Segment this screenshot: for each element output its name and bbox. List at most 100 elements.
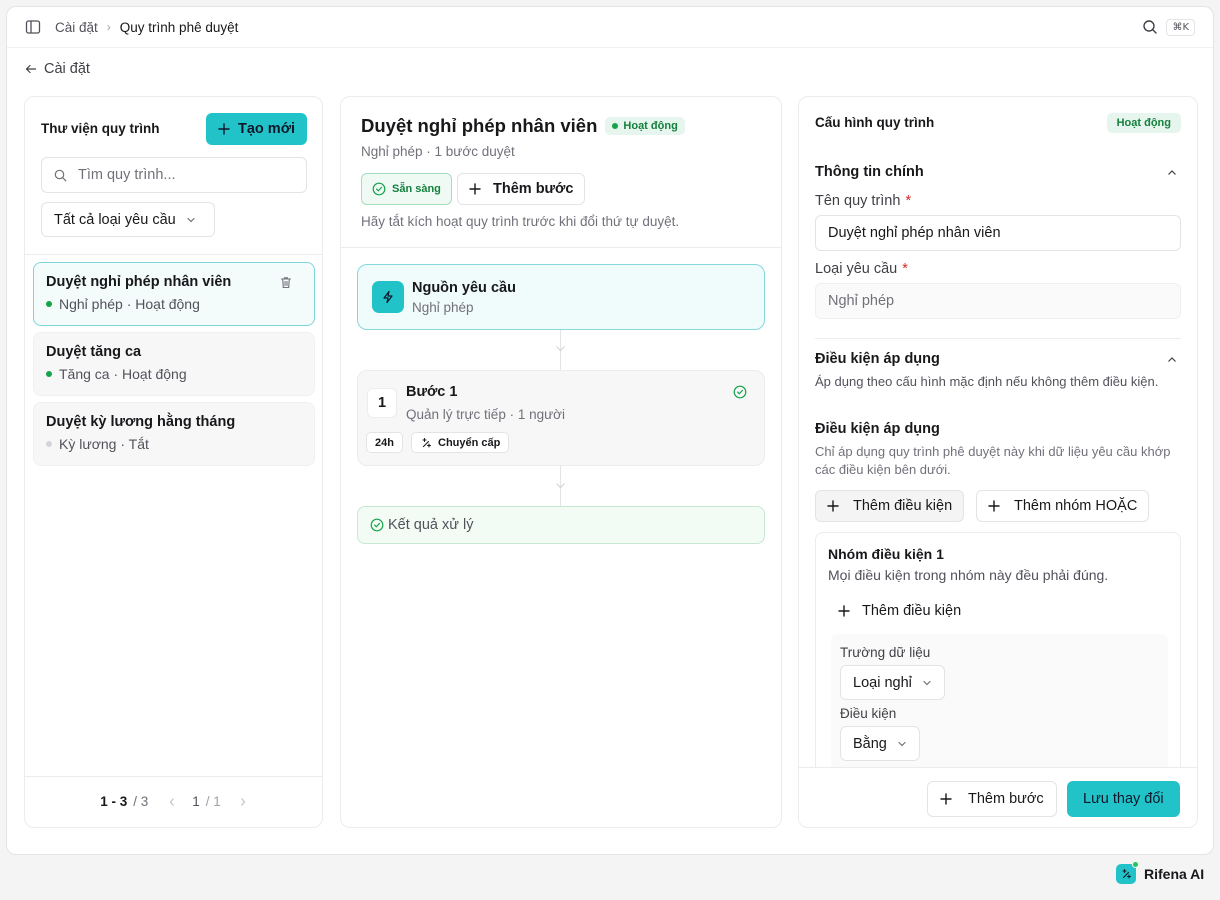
check-circle-icon xyxy=(733,385,747,399)
plus-icon xyxy=(988,500,1000,512)
assistant-logo-icon xyxy=(1116,861,1139,884)
save-button[interactable]: Lưu thay đổi xyxy=(1067,781,1180,817)
source-node[interactable]: Nguồn yêu cầu Nghỉ phép xyxy=(357,264,765,330)
workflow-item-name: Duyệt kỳ lương hằng tháng xyxy=(46,414,236,430)
required-marker: * xyxy=(905,193,912,209)
field-select[interactable]: Loại nghỉ xyxy=(840,665,945,700)
status-badge-label: Hoạt động xyxy=(623,120,678,132)
status-dot-icon xyxy=(46,301,52,307)
workflow-item-meta: Kỳ lương · Tắt xyxy=(59,436,149,452)
workflow-item-meta: Nghỉ phép · Hoạt động xyxy=(59,296,200,312)
workflow-item-name: Duyệt nghỉ phép nhân viên xyxy=(46,274,232,290)
workflow-item-name: Duyệt tăng ca xyxy=(46,344,142,360)
workflow-title: Duyệt nghỉ phép nhân viên xyxy=(361,115,598,136)
add-step-label: Thêm bước xyxy=(493,181,574,197)
field-select-value: Loại nghỉ xyxy=(853,674,912,691)
online-dot-icon xyxy=(1132,861,1139,868)
sparkle-icon xyxy=(420,437,432,449)
chevron-down-icon xyxy=(186,215,196,225)
status-badge: Hoạt động xyxy=(605,117,685,135)
plus-icon xyxy=(218,123,230,135)
ready-label: Sẵn sàng xyxy=(392,183,441,195)
chevron-down-icon xyxy=(555,482,566,490)
plus-icon xyxy=(827,500,839,512)
name-field-label: Tên quy trình * xyxy=(815,193,911,209)
chevron-up-icon[interactable] xyxy=(1167,169,1177,176)
config-footer: Thêm bước Lưu thay đổi xyxy=(799,767,1197,827)
group-add-condition-label: Thêm điều kiện xyxy=(862,603,962,619)
type-field-label: Loại yêu cầu * xyxy=(815,261,908,277)
required-marker: * xyxy=(902,261,908,277)
pagination-page: 1 xyxy=(192,794,200,809)
result-label: Kết quả xử lý xyxy=(388,517,474,533)
create-workflow-button[interactable]: Tạo mới xyxy=(206,113,308,145)
plus-icon xyxy=(469,183,481,195)
pagination: 1 - 3 / 3 1 / 1 xyxy=(25,794,322,809)
trash-icon[interactable] xyxy=(280,276,292,289)
conditions-sub-desc: Chỉ áp dụng quy trình phê duyệt này khi … xyxy=(815,444,1171,477)
check-circle-icon xyxy=(372,182,386,196)
ready-button[interactable]: Sẵn sàng xyxy=(361,173,452,205)
add-condition-button[interactable]: Thêm điều kiện xyxy=(815,490,965,522)
status-dot-icon xyxy=(612,123,619,129)
workflow-list-item[interactable]: Duyệt nghỉ phép nhân viên Nghỉ phép · Ho… xyxy=(33,262,315,326)
check-circle-icon xyxy=(370,518,384,532)
config-title: Cấu hình quy trình xyxy=(815,115,935,130)
search-icon xyxy=(54,169,67,182)
step-subtitle: Quản lý trực tiếp · 1 người xyxy=(406,407,565,422)
footer-add-step-button[interactable]: Thêm bước xyxy=(927,781,1057,817)
add-step-button[interactable]: Thêm bước xyxy=(457,173,586,205)
search-placeholder: Tìm quy trình... xyxy=(78,167,176,183)
add-or-group-button[interactable]: Thêm nhóm HOẶC xyxy=(976,490,1150,522)
library-title: Thư viện quy trình xyxy=(41,121,160,136)
sidebar-toggle-icon[interactable] xyxy=(25,19,41,35)
conditions-subtitle: Điều kiện áp dụng xyxy=(815,421,940,437)
step-number: 1 xyxy=(367,388,397,418)
plus-icon xyxy=(838,605,850,617)
type-field-label-text: Loại yêu cầu xyxy=(815,261,898,277)
pagination-pages: / 1 xyxy=(205,794,221,809)
request-type-filter-value: Tất cả loại yêu cầu xyxy=(54,211,176,228)
assistant-launcher[interactable]: Rifena AI xyxy=(1116,861,1205,884)
breadcrumb-parent[interactable]: Cài đặt xyxy=(55,20,98,35)
step-title: Bước 1 xyxy=(406,384,458,400)
chevron-right-icon[interactable] xyxy=(239,797,247,807)
chevron-left-icon[interactable] xyxy=(168,797,176,807)
workflow-item-meta: Tăng ca · Hoạt động xyxy=(59,366,187,382)
sla-tag: 24h xyxy=(366,432,403,453)
group-add-condition-button[interactable]: Thêm điều kiện xyxy=(838,603,961,619)
breadcrumb-separator-icon: › xyxy=(106,20,111,34)
main-info-section-title: Thông tin chính xyxy=(815,164,924,180)
operator-select[interactable]: Bằng xyxy=(840,726,920,761)
reorder-hint: Hãy tắt kích hoạt quy trình trước khi đổ… xyxy=(361,214,680,229)
source-node-title: Nguồn yêu cầu xyxy=(412,279,516,296)
workflow-editor-panel: Duyệt nghỉ phép nhân viên Hoạt động Nghỉ… xyxy=(340,96,782,828)
lightning-icon xyxy=(372,281,404,313)
search-workflow-input[interactable]: Tìm quy trình... xyxy=(41,157,307,193)
add-condition-label: Thêm điều kiện xyxy=(853,498,953,514)
result-node[interactable]: Kết quả xử lý xyxy=(357,506,765,544)
chevron-down-icon xyxy=(897,739,907,749)
assistant-label: Rifena AI xyxy=(1144,866,1205,882)
search-shortcut: ⌘K xyxy=(1166,18,1195,36)
condition-group-desc: Mọi điều kiện trong nhóm này đều phải đú… xyxy=(828,567,1109,583)
workflow-name-input[interactable]: Duyệt nghỉ phép nhân viên xyxy=(815,215,1181,251)
chevron-down-icon xyxy=(922,678,932,688)
conditions-section-desc: Áp dụng theo cấu hình mặc định nếu không… xyxy=(815,374,1159,389)
request-type-input: Nghỉ phép xyxy=(815,283,1181,319)
chevron-up-icon[interactable] xyxy=(1167,356,1177,363)
name-field-label-text: Tên quy trình xyxy=(815,193,901,209)
create-workflow-label: Tạo mới xyxy=(238,121,296,137)
arrow-left-icon xyxy=(25,63,37,75)
request-type-filter[interactable]: Tất cả loại yêu cầu xyxy=(41,202,215,237)
workflow-config-panel: Cấu hình quy trình Hoạt động Thông tin c… xyxy=(798,96,1198,828)
workflow-list-item[interactable]: Duyệt kỳ lương hằng tháng Kỳ lương · Tắt xyxy=(33,402,315,466)
pagination-range: 1 - 3 xyxy=(100,794,128,809)
search-icon[interactable] xyxy=(1142,19,1158,35)
pagination-total: / 3 xyxy=(133,794,149,809)
status-dot-icon xyxy=(46,371,52,377)
workflow-list-item[interactable]: Duyệt tăng ca Tăng ca · Hoạt động xyxy=(33,332,315,396)
back-link-label: Cài đặt xyxy=(44,61,90,77)
back-link[interactable]: Cài đặt xyxy=(25,61,90,77)
step-node[interactable]: 1 Bước 1 Quản lý trực tiếp · 1 người 24h… xyxy=(357,370,765,466)
